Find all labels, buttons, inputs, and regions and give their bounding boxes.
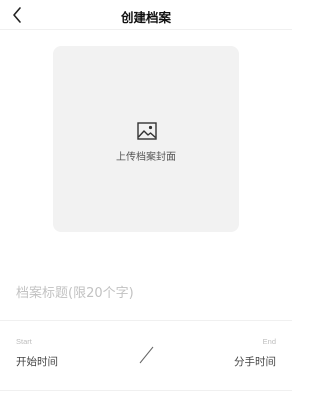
start-time-field[interactable]: 开始时间 xyxy=(16,354,58,369)
page-title: 创建档案 xyxy=(120,10,171,25)
end-time-field[interactable]: 分手时间 xyxy=(234,354,276,369)
end-label: End xyxy=(262,337,276,346)
upload-cover-label: 上传档案封面 xyxy=(116,152,176,163)
start-label: Start xyxy=(16,337,32,346)
slash-icon xyxy=(139,346,154,364)
archive-title-input[interactable] xyxy=(16,282,276,304)
navigation-bar: 创建档案 xyxy=(0,0,292,30)
divider xyxy=(0,390,292,391)
upload-cover-area[interactable]: 上传档案封面 xyxy=(53,46,239,232)
image-icon xyxy=(137,122,157,140)
divider xyxy=(0,320,292,321)
